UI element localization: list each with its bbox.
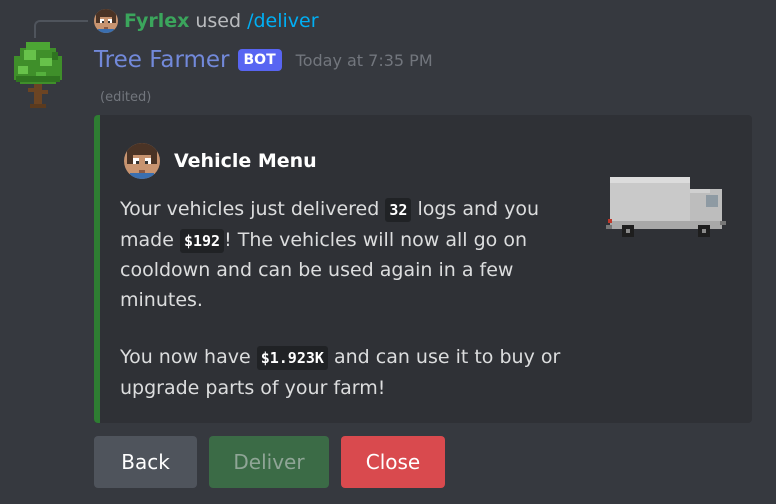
balance-amount: $1.923K bbox=[256, 346, 328, 370]
back-button[interactable]: Back bbox=[94, 436, 197, 488]
user-avatar[interactable] bbox=[94, 9, 118, 33]
embed-author: Vehicle Menu bbox=[124, 143, 317, 179]
bot-username[interactable]: Tree Farmer bbox=[94, 47, 230, 73]
author-avatar-icon bbox=[124, 143, 160, 179]
reply-used-text: used bbox=[195, 10, 242, 32]
balance-paragraph: You now have $1.923K and can use it to b… bbox=[120, 343, 570, 403]
vehicle-menu-embed: Vehicle Menu Your vehicles just delivere… bbox=[94, 115, 752, 423]
deliver-button[interactable]: Deliver bbox=[209, 436, 329, 488]
bot-badge: BOT bbox=[237, 49, 282, 71]
close-button[interactable]: Close bbox=[341, 436, 445, 488]
desc-text: You now have bbox=[120, 346, 257, 368]
slash-command[interactable]: /deliver bbox=[247, 10, 318, 32]
logs-count: 32 bbox=[385, 198, 412, 222]
reply-username[interactable]: Fyrlex bbox=[124, 10, 189, 32]
edited-label: (edited) bbox=[100, 90, 152, 105]
reply-connector bbox=[34, 20, 88, 38]
tree-avatar-icon[interactable] bbox=[8, 40, 68, 110]
action-row: Back Deliver Close bbox=[94, 436, 445, 488]
earned-amount: $192 bbox=[179, 228, 225, 253]
message-header: Tree Farmer BOT Today at 7:35 PM bbox=[94, 44, 433, 76]
truck-icon[interactable] bbox=[606, 165, 730, 245]
delivery-paragraph: Your vehicles just delivered 32 logs and… bbox=[120, 195, 570, 315]
message-timestamp[interactable]: Today at 7:35 PM bbox=[296, 51, 433, 70]
desc-text: Your vehicles just delivered bbox=[120, 198, 386, 220]
embed-description: Your vehicles just delivered 32 logs and… bbox=[120, 195, 570, 403]
embed-author-name: Vehicle Menu bbox=[174, 150, 317, 172]
reply-reference[interactable]: Fyrlex used /deliver bbox=[94, 9, 319, 33]
